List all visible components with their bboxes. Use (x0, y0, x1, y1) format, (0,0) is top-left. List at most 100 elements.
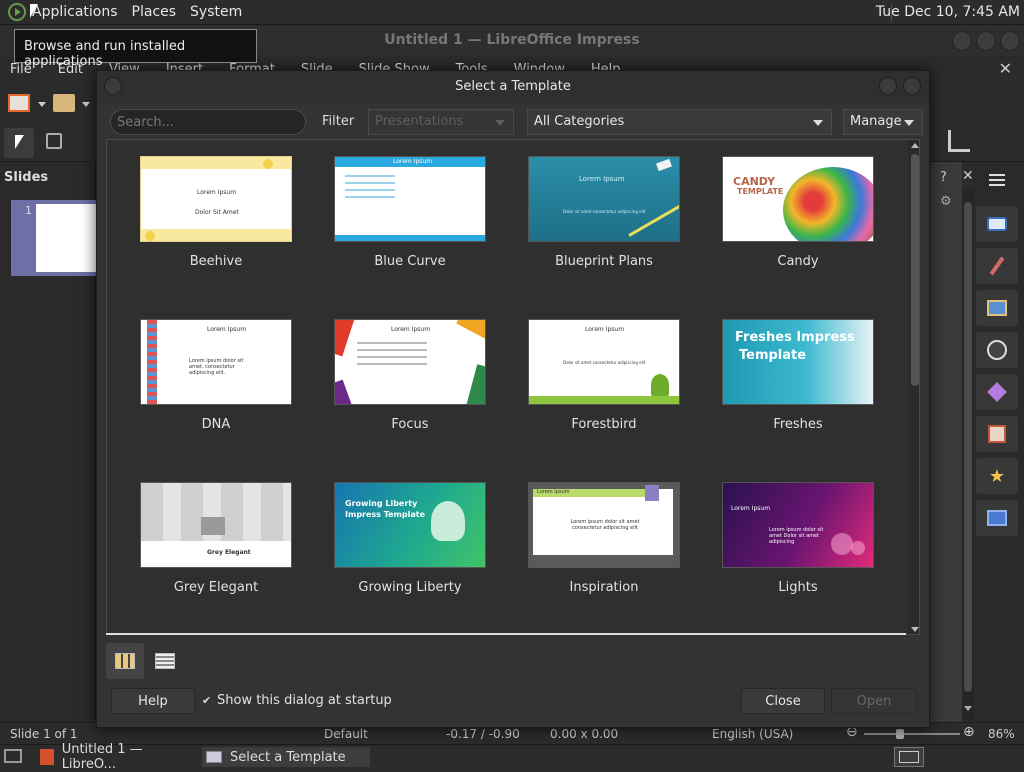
animation-deck-button[interactable]: ★ (976, 458, 1018, 494)
window-close-icon[interactable] (1000, 31, 1020, 51)
list-view-button[interactable] (146, 643, 184, 679)
select-tool-button[interactable] (4, 128, 34, 158)
dialog-close-icon[interactable] (903, 77, 921, 95)
sidebar-menu-icon[interactable] (989, 174, 1005, 176)
show-at-startup-label[interactable]: Show this dialog at startup (217, 693, 392, 708)
sidebar-help-icon[interactable]: ? (940, 170, 947, 185)
dialog-maximize-icon[interactable] (879, 77, 897, 95)
places-menu[interactable]: Places (132, 4, 177, 20)
open-folder-icon[interactable] (53, 94, 75, 112)
close-button[interactable]: Close (741, 688, 825, 714)
template-grey-elegant[interactable]: Grey Elegant Grey Elegant (140, 482, 292, 612)
gallery-focus-line (106, 633, 906, 635)
template-lights[interactable]: Lorem Ipsum Lorem ipsum dolor sit amet D… (722, 482, 874, 612)
thumb-text: Lorem ipsum dolor sit amet Dolor sit ame… (769, 527, 824, 545)
category-combo[interactable]: All Categories (527, 109, 832, 135)
new-dropdown-icon[interactable] (38, 102, 46, 107)
sidebar-settings-icon[interactable]: ⚙ (940, 194, 952, 209)
styles-deck-button[interactable] (976, 248, 1018, 284)
template-gallery[interactable]: Lorem Ipsum Dolor Sit Amet Beehive Lorem… (106, 139, 920, 635)
template-search-input[interactable] (110, 109, 306, 135)
template-beehive[interactable]: Lorem Ipsum Dolor Sit Amet Beehive (140, 156, 292, 286)
template-forestbird[interactable]: Lorem Ipsum Dolor sit amet consectetur a… (528, 319, 680, 449)
sidebar-close-icon[interactable]: ✕ (962, 168, 974, 184)
workspace-switcher[interactable] (894, 747, 924, 767)
status-language[interactable]: English (USA) (712, 727, 793, 741)
system-menu[interactable]: System (190, 4, 242, 20)
manage-label: Manage (850, 114, 902, 129)
new-presentation-icon[interactable] (8, 94, 30, 112)
sidebar-scrollbar[interactable] (962, 190, 974, 720)
scroll-up-icon[interactable] (911, 143, 919, 148)
applications-menu[interactable]: Applications (32, 4, 118, 20)
thumb-text: Dolor sit amet consectetur adipiscing el… (563, 209, 646, 214)
template-name: Growing Liberty (358, 580, 462, 595)
animation-star-icon: ★ (988, 465, 1006, 487)
open-dropdown-icon[interactable] (82, 102, 90, 107)
gallery-scrollbar[interactable] (908, 140, 919, 634)
mouse-cursor-icon (30, 4, 38, 18)
maximize-icon[interactable] (976, 31, 996, 51)
thumb-text: Template (739, 348, 807, 363)
help-button[interactable]: Help (111, 688, 195, 714)
minimize-icon[interactable] (952, 31, 972, 51)
status-position: -0.17 / -0.90 (446, 727, 520, 741)
template-growing-liberty[interactable]: Growing Liberty Impress Template Growing… (334, 482, 486, 612)
zoom-slider[interactable] (864, 733, 960, 735)
sidebar-scroll-thumb[interactable] (964, 202, 972, 692)
task-impress-window[interactable]: Untitled 1 — LibreO... (36, 742, 198, 772)
filter-label: Filter (322, 114, 355, 129)
applications-logo-icon[interactable] (8, 3, 26, 21)
document-close-icon[interactable]: ✕ (999, 59, 1012, 78)
master-slides-deck-button[interactable] (976, 500, 1018, 536)
properties-deck-button[interactable] (976, 206, 1018, 242)
template-dna[interactable]: Lorem Ipsum Lorem ipsum dolor sit amet, … (140, 319, 292, 449)
thumb-text: Lorem Ipsum (731, 505, 771, 512)
slide-thumbnail-selected[interactable]: 1 (11, 200, 101, 276)
template-blueprint-plans[interactable]: Lorem Ipsum Dolor sit amet consectetur a… (528, 156, 680, 286)
thumbnail-view-button[interactable] (106, 643, 144, 679)
thumb-text: Lorem Ipsum (579, 175, 625, 183)
zoom-slider-handle[interactable] (896, 729, 905, 739)
template-thumbnail: Lorem Ipsum Dolor sit amet consectetur a… (528, 156, 680, 242)
scroll-down-icon[interactable] (911, 627, 919, 632)
panel-clock[interactable]: Tue Dec 10, 7:45 AM (876, 4, 1020, 20)
task-template-dialog[interactable]: Select a Template (202, 747, 370, 767)
chevron-down-icon (495, 120, 505, 126)
status-layout[interactable]: Default (324, 727, 368, 741)
template-name: Freshes (773, 417, 823, 432)
thumb-text: Lorem Ipsum (197, 189, 237, 196)
show-at-startup-checkbox[interactable]: ✔ (202, 695, 213, 706)
template-name: Blue Curve (374, 254, 446, 269)
template-focus[interactable]: Lorem Ipsum Focus (334, 319, 486, 449)
task-template-label: Select a Template (230, 749, 346, 765)
slide-transition-deck-button[interactable] (976, 416, 1018, 452)
zoom-pan-icon[interactable] (46, 133, 62, 149)
pointer-icon (15, 135, 24, 149)
template-name: Beehive (189, 254, 243, 269)
sidebar-scroll-down-icon[interactable] (964, 706, 972, 711)
chevron-down-icon (813, 120, 823, 126)
template-candy[interactable]: CANDY TEMPLATE Candy (722, 156, 874, 286)
dialog-titlebar[interactable]: Select a Template (97, 71, 929, 103)
master-slides-icon (987, 510, 1007, 526)
gallery-deck-button[interactable] (976, 290, 1018, 326)
template-inspiration[interactable]: Lorem Ipsum Lorem ipsum dolor sit amet c… (528, 482, 680, 612)
template-name: Candy (777, 254, 819, 269)
manage-button[interactable]: Manage (843, 109, 923, 135)
open-button[interactable]: Open (831, 688, 917, 714)
slide-thumbnail[interactable] (36, 204, 98, 272)
gallery-scroll-thumb[interactable] (911, 154, 919, 386)
thumb-text: TEMPLATE (737, 187, 784, 196)
template-thumbnail: Lorem Ipsum Lorem ipsum dolor sit amet, … (140, 319, 292, 405)
crop-icon[interactable] (948, 130, 970, 152)
status-zoom[interactable]: 86% (988, 727, 1015, 741)
template-thumbnail: Lorem Ipsum (334, 319, 486, 405)
zoom-in-icon[interactable]: ⊕ (963, 724, 975, 740)
navigator-deck-button[interactable] (976, 332, 1018, 368)
category-value: All Categories (534, 114, 625, 129)
template-freshes[interactable]: Freshes Impress Template Freshes (722, 319, 874, 449)
template-blue-curve[interactable]: Lorem Ipsum Blue Curve (334, 156, 486, 286)
shapes-deck-button[interactable] (976, 374, 1018, 410)
show-desktop-icon[interactable] (4, 749, 22, 763)
